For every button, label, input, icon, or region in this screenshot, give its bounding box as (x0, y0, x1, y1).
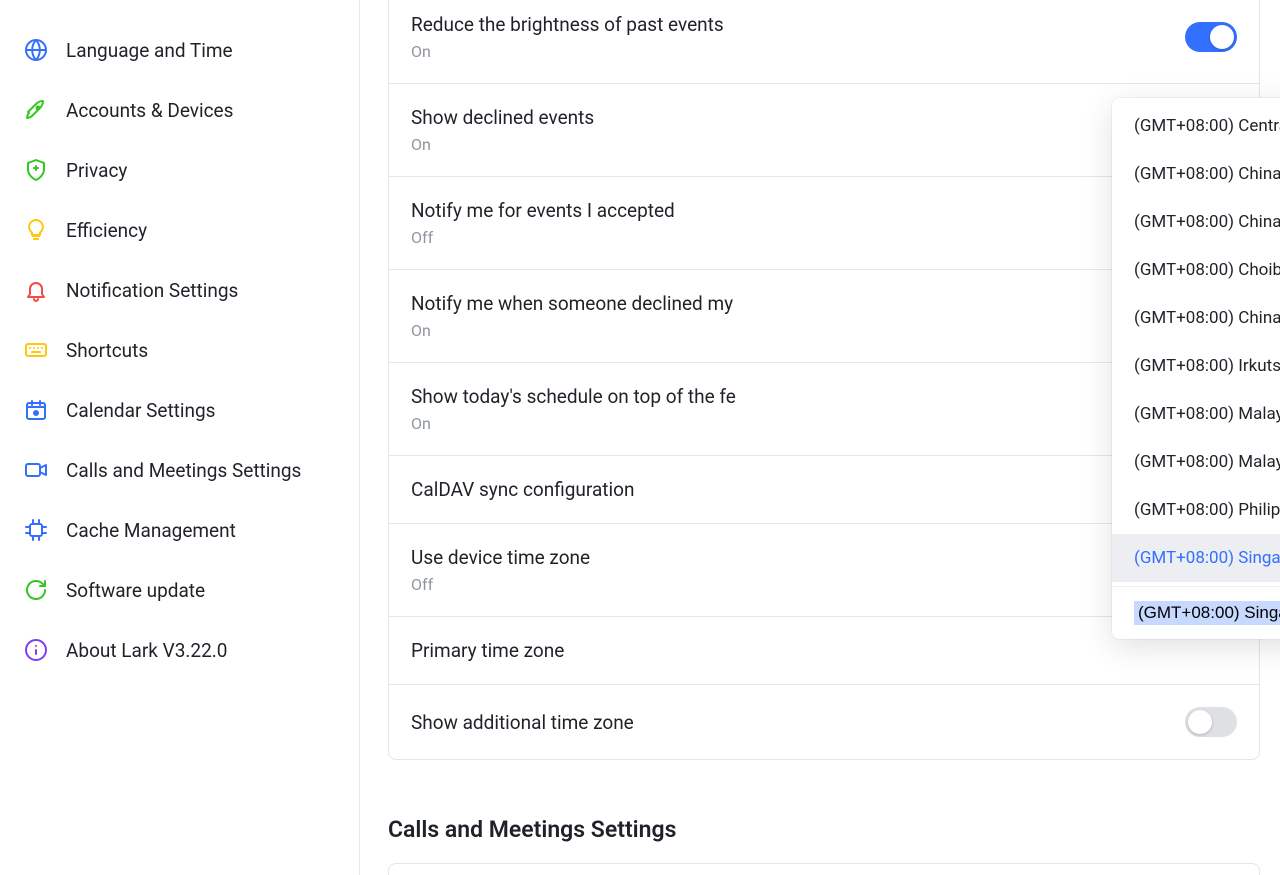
setting-subtitle: On (411, 135, 1185, 154)
setting-row: Reduce the brightness of past events On (389, 0, 1259, 84)
toggle[interactable] (1185, 22, 1237, 52)
keyboard-icon (24, 338, 48, 362)
timezone-option[interactable]: (GMT+08:00) Irkutsk Standard Time (1112, 342, 1280, 390)
setting-title: Primary time zone (411, 639, 1237, 662)
sidebar-item-accounts-devices[interactable]: Accounts & Devices (16, 80, 359, 140)
rocket-icon (24, 98, 48, 122)
bell-icon (24, 278, 48, 302)
chip-icon (24, 518, 48, 542)
setting-subtitle: On (411, 321, 1185, 340)
calendar-icon (24, 398, 48, 422)
sidebar-item-label: Efficiency (66, 219, 147, 242)
sidebar-item-label: Cache Management (66, 519, 236, 542)
timezone-options-list[interactable]: (GMT+08:00) Central Indonesia Time(GMT+0… (1112, 98, 1280, 586)
setting-subtitle: Off (411, 228, 1185, 247)
timezone-option[interactable]: (GMT+08:00) China Standard Time - Macau (1112, 150, 1280, 198)
timezone-option[interactable]: (GMT+08:00) Central Indonesia Time (1112, 102, 1280, 150)
sidebar-item-privacy[interactable]: Privacy (16, 140, 359, 200)
timezone-option[interactable]: (GMT+08:00) Singapore Standard Time (1112, 534, 1280, 582)
sidebar-item-calendar-settings[interactable]: Calendar Settings (16, 380, 359, 440)
sidebar-item-label: Accounts & Devices (66, 99, 233, 122)
sidebar-item-label: Language and Time (66, 39, 233, 62)
setting-title: Use device time zone (411, 546, 1185, 569)
setting-title: Show declined events (411, 106, 1185, 129)
setting-title: Reduce the brightness of past events (411, 13, 1185, 36)
bulb-icon (24, 218, 48, 242)
sidebar-item-software-update[interactable]: Software update (16, 560, 359, 620)
setting-title: Notify me when someone declined my (411, 292, 1185, 315)
timezone-option[interactable]: (GMT+08:00) Philippine Standard Time (1112, 486, 1280, 534)
sidebar-item-calls-and-meetings-settings[interactable]: Calls and Meetings Settings (16, 440, 359, 500)
timezone-search-input[interactable] (1134, 601, 1280, 625)
calls-settings-card: Meeting started notification (388, 863, 1260, 875)
toggle[interactable] (1185, 707, 1237, 737)
sidebar-item-about-lark-v3-22-0[interactable]: About Lark V3.22.0 (16, 620, 359, 680)
section-title-calls: Calls and Meetings Settings (388, 816, 1260, 843)
setting-row: Show additional time zone (389, 685, 1259, 759)
sidebar-item-cache-management[interactable]: Cache Management (16, 500, 359, 560)
timezone-dropdown: (GMT+08:00) Central Indonesia Time(GMT+0… (1112, 98, 1280, 639)
setting-title: Notify me for events I accepted (411, 199, 1185, 222)
sidebar-item-shortcuts[interactable]: Shortcuts (16, 320, 359, 380)
sidebar-item-label: Notification Settings (66, 279, 238, 302)
sidebar-item-label: Calls and Meetings Settings (66, 459, 301, 482)
setting-subtitle: Off (411, 575, 1185, 594)
setting-title: Show additional time zone (411, 711, 1185, 734)
sidebar-item-label: Calendar Settings (66, 399, 215, 422)
sidebar-item-notification-settings[interactable]: Notification Settings (16, 260, 359, 320)
sidebar-item-label: Software update (66, 579, 205, 602)
setting-subtitle: On (411, 414, 1185, 433)
timezone-option[interactable]: (GMT+08:00) Choibalsan Standard Time (1112, 246, 1280, 294)
timezone-option[interactable]: (GMT+08:00) China Standard Time - Beijin… (1112, 198, 1280, 246)
setting-row-meeting-notification: Meeting started notification (389, 864, 1259, 875)
sidebar-item-label: Shortcuts (66, 339, 148, 362)
sidebar-item-label: Privacy (66, 159, 127, 182)
shield-icon (24, 158, 48, 182)
timezone-input-wrap (1112, 586, 1280, 639)
sidebar: Language and Time Accounts & Devices Priva… (0, 0, 360, 875)
video-icon (24, 458, 48, 482)
timezone-option[interactable]: (GMT+08:00) Malaysia Time - Kuala Lumpur (1112, 390, 1280, 438)
timezone-option[interactable]: (GMT+08:00) China Standard Time - Hong K… (1112, 294, 1280, 342)
sidebar-item-label: About Lark V3.22.0 (66, 639, 227, 662)
update-icon (24, 578, 48, 602)
info-icon (24, 638, 48, 662)
setting-title: Show today's schedule on top of the fe (411, 385, 1185, 408)
setting-subtitle: On (411, 42, 1185, 61)
main-content: Reduce the brightness of past events On Sh… (360, 0, 1280, 875)
sidebar-item-efficiency[interactable]: Efficiency (16, 200, 359, 260)
globe-icon (24, 38, 48, 62)
sidebar-item-language-and-time[interactable]: Language and Time (16, 20, 359, 80)
timezone-option[interactable]: (GMT+08:00) Malaysia Time - Kuching (1112, 438, 1280, 486)
